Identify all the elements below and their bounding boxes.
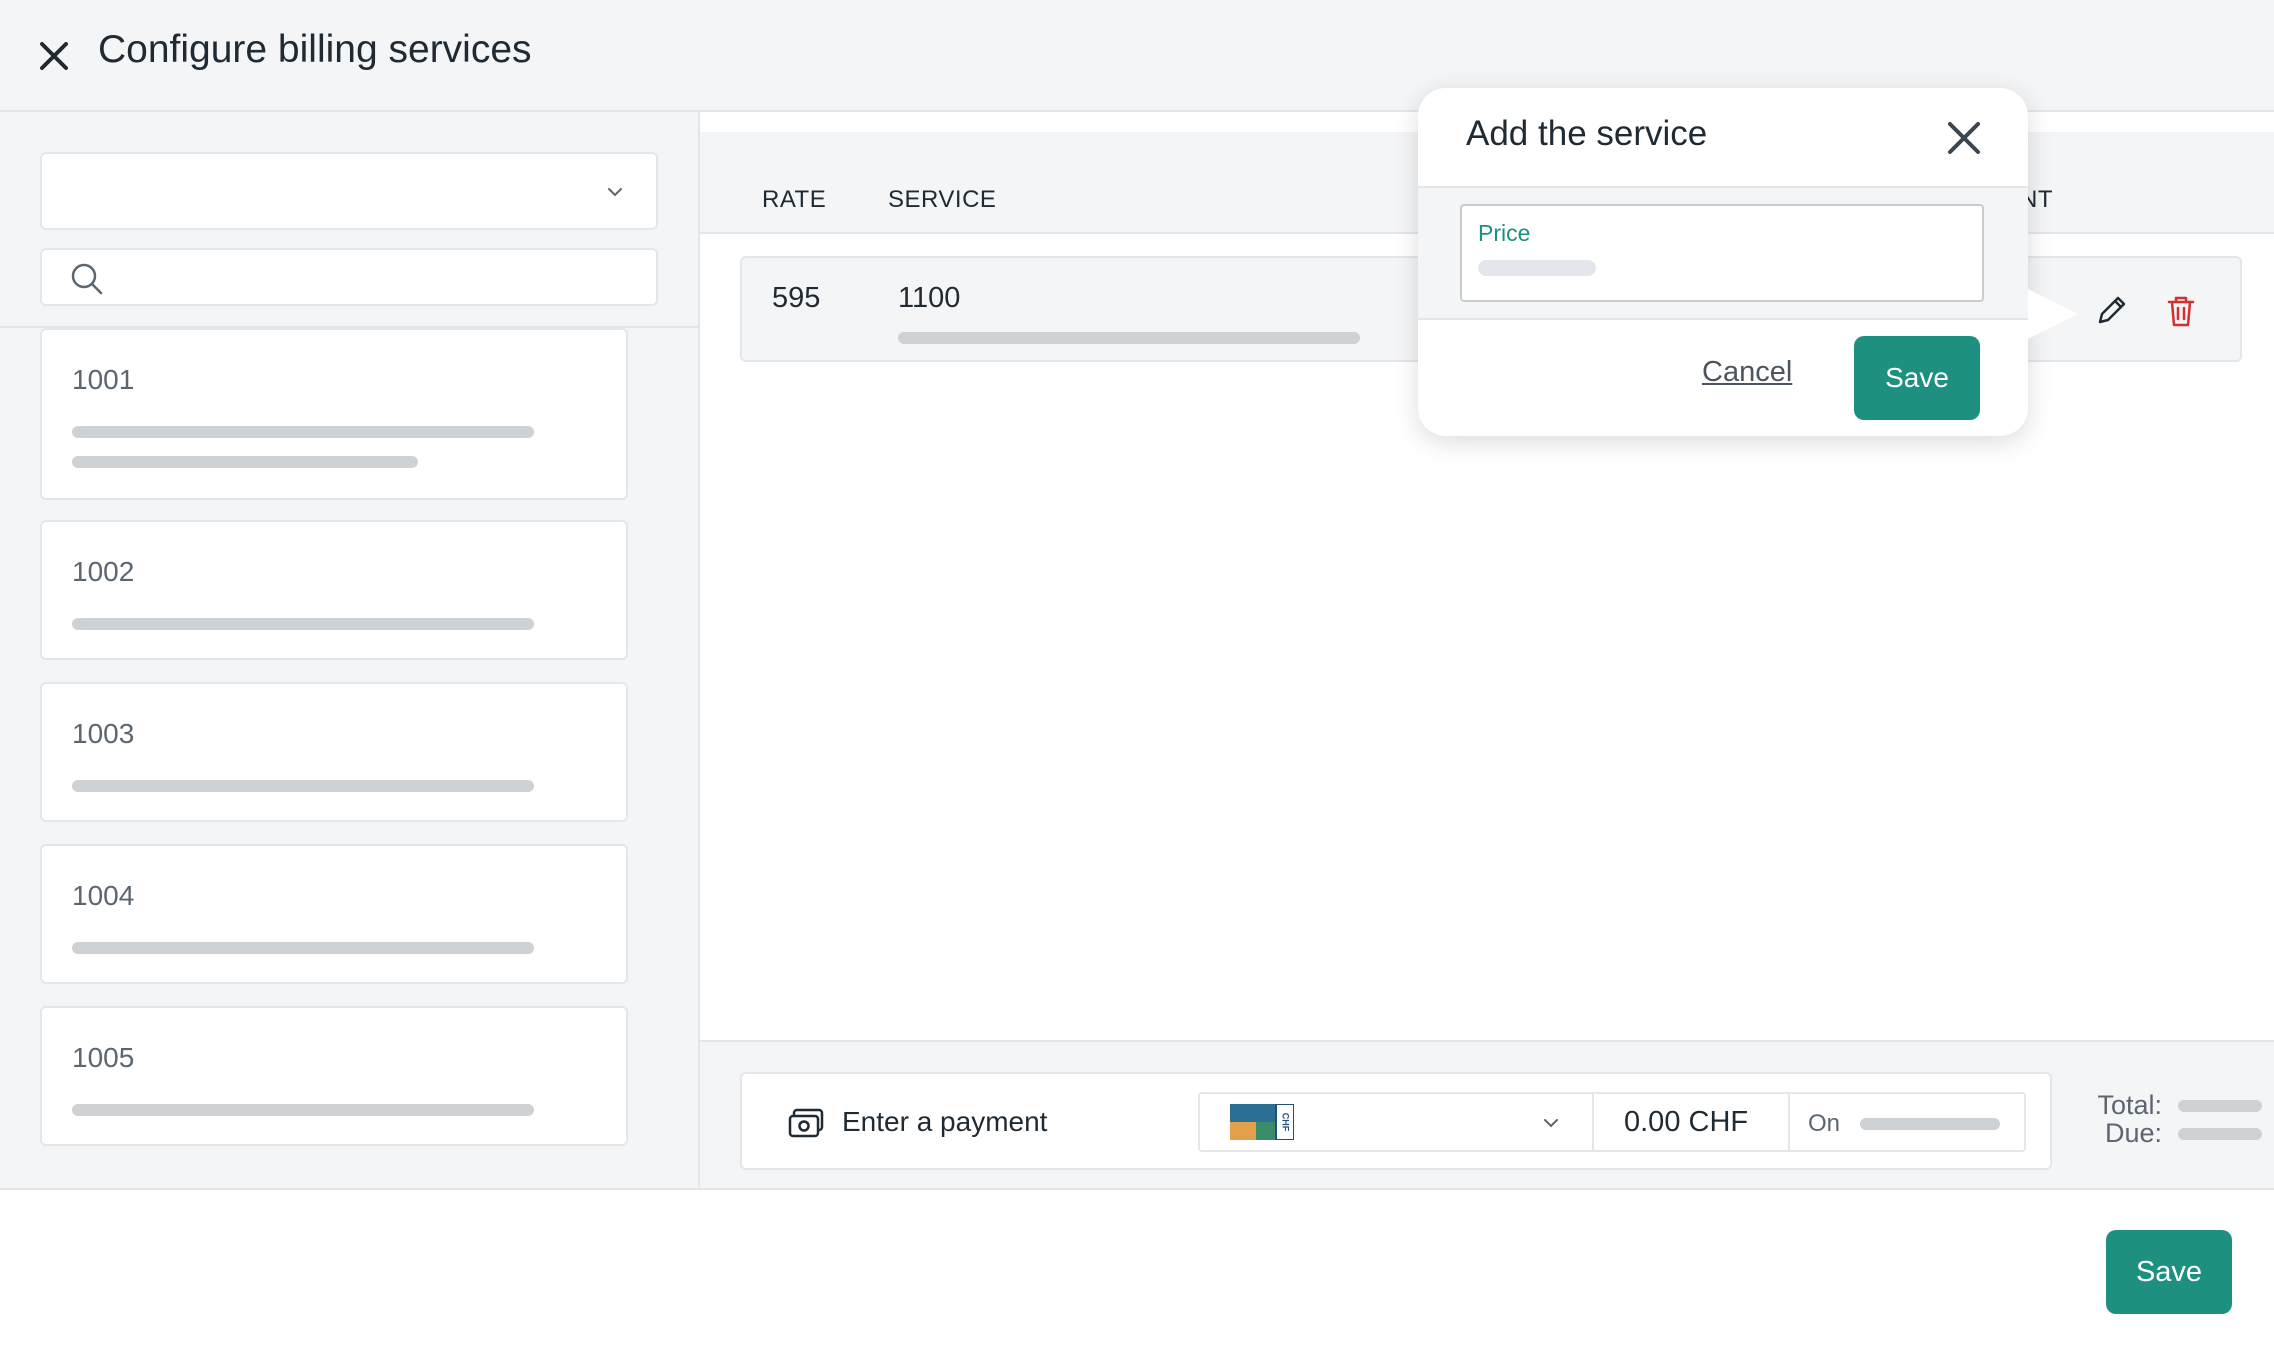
service-card[interactable]: 1001	[40, 328, 628, 500]
skeleton-bar	[1478, 260, 1596, 276]
date-prefix: On	[1808, 1110, 1841, 1137]
sidebar: 1001 1002 1003 1004 1005	[0, 112, 700, 1188]
cash-icon	[788, 1108, 824, 1138]
skeleton-bar	[72, 942, 534, 954]
total-skeleton	[2178, 1100, 2262, 1112]
price-label: Price	[1478, 220, 1531, 246]
chf-card-icon: CHF	[1230, 1104, 1294, 1140]
skeleton-bar	[72, 618, 534, 630]
popover-body: Price	[1418, 188, 2028, 320]
skeleton-bar	[72, 456, 418, 468]
search-icon	[71, 263, 103, 295]
service-code: 1005	[72, 1042, 135, 1073]
row-rate: 595	[772, 282, 821, 314]
close-icon[interactable]	[1944, 118, 1984, 158]
search-box[interactable]	[40, 248, 658, 306]
page-title: Configure billing services	[98, 28, 532, 71]
payment-box: Enter a payment CHF 0.00 CHF On	[740, 1072, 2052, 1170]
service-card[interactable]: 1003	[40, 682, 628, 822]
bottom-bar: Save	[0, 1188, 2274, 1352]
skeleton-bar	[1860, 1118, 2000, 1130]
category-select[interactable]	[40, 152, 658, 230]
popover-save-button[interactable]: Save	[1854, 336, 1980, 420]
enter-payment-link[interactable]: Enter a payment	[842, 1106, 1047, 1138]
popover-title: Add the service	[1466, 114, 1708, 153]
skeleton-bar	[72, 780, 534, 792]
popover-header: Add the service	[1418, 88, 2028, 188]
due-skeleton	[2178, 1128, 2262, 1140]
service-card[interactable]: 1005	[40, 1006, 628, 1146]
skeleton-bar	[72, 426, 534, 438]
payment-amount-input[interactable]: 0.00 CHF	[1592, 1092, 1790, 1152]
skeleton-bar	[72, 1104, 534, 1116]
add-service-popover: Add the service Price Cancel Save	[1418, 88, 2078, 436]
column-header-rate: RATE	[762, 186, 827, 213]
payment-method-select[interactable]: CHF	[1198, 1092, 1594, 1152]
flag-text: CHF	[1281, 1113, 1291, 1132]
price-input[interactable]: Price	[1460, 204, 1984, 302]
search-input[interactable]	[118, 258, 638, 298]
service-card[interactable]: 1002	[40, 520, 628, 660]
service-card[interactable]: 1004	[40, 844, 628, 984]
column-header-service: SERVICE	[888, 186, 997, 213]
payment-date-field[interactable]: On	[1788, 1092, 2026, 1152]
due-label: Due:	[2104, 1118, 2162, 1148]
payment-strip: Enter a payment CHF 0.00 CHF On Total: D…	[700, 1040, 2274, 1188]
service-code: 1004	[72, 880, 135, 911]
skeleton-bar	[898, 332, 1360, 344]
service-code: 1002	[72, 556, 135, 587]
chevron-down-icon	[1544, 1119, 1558, 1128]
total-label: Total:	[2097, 1090, 2162, 1120]
service-code: 1001	[72, 364, 135, 395]
close-icon[interactable]	[34, 36, 74, 76]
chevron-down-icon	[608, 188, 622, 197]
trash-icon[interactable]	[2162, 292, 2200, 330]
cancel-button[interactable]: Cancel	[1702, 356, 1792, 389]
service-code: 1003	[72, 718, 135, 749]
pencil-icon[interactable]	[2092, 292, 2130, 330]
save-button[interactable]: Save	[2106, 1230, 2232, 1314]
row-service: 1100	[898, 282, 961, 314]
